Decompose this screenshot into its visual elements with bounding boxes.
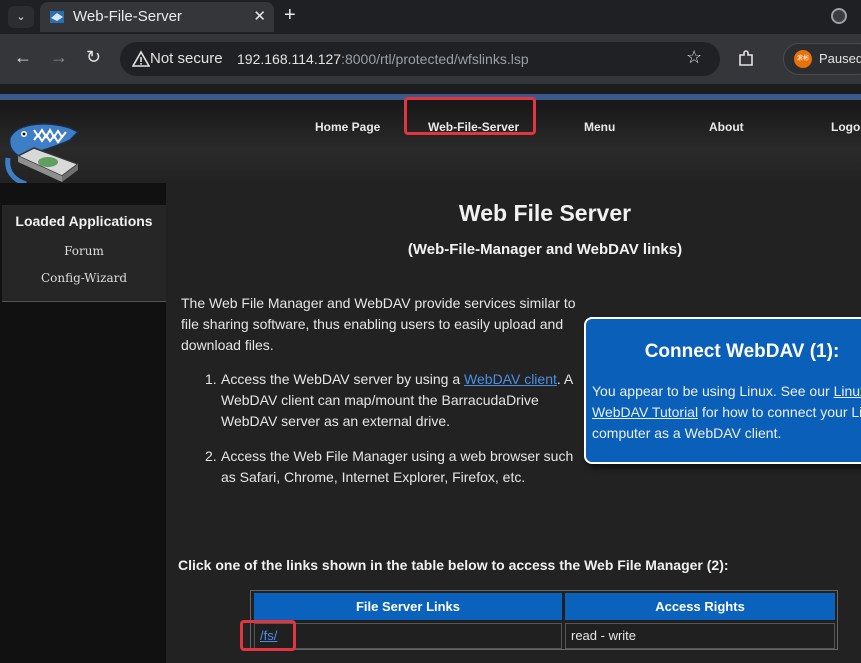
address-bar[interactable]: Not secure 192.168.114.127:8000/rtl/prot… [120,42,720,76]
browser-tab[interactable]: Web-File-Server ✕ [40,2,274,32]
list-number: 1. [205,371,217,387]
back-arrow-icon[interactable]: ← [14,47,32,68]
window-control-icon[interactable] [831,8,847,24]
forward-arrow-icon[interactable]: → [50,47,68,68]
sidebar-item-config-wizard[interactable]: Config-Wizard [2,271,166,285]
sidebar-title: Loaded Applications [15,213,153,229]
profile-button[interactable]: 滚彬 Paused [783,43,861,75]
extensions-puzzle-icon[interactable] [737,50,755,68]
list-item: 2. Access the Web File Manager using a w… [205,446,576,488]
security-label[interactable]: Not secure [150,50,223,67]
page-subtitle: (Web-File-Manager and WebDAV links) [407,241,683,258]
table-cell-rights: read - write [565,623,835,649]
reload-icon[interactable]: ↻ [86,47,101,68]
highlight-fs-link [240,620,296,651]
list-item: 1. Access the WebDAV server by using a W… [205,369,576,432]
chevron-down-icon[interactable]: ⌄ [8,6,34,28]
new-tab-plus-icon[interactable]: + [284,4,296,27]
menu-menu[interactable]: Menu [584,120,615,134]
bookmark-star-icon[interactable]: ☆ [686,47,702,68]
avatar: 滚彬 [794,50,812,68]
intro-paragraph: The Web File Manager and WebDAV provide … [181,295,576,353]
sidebar-item-forum[interactable]: Forum [2,244,166,258]
warning-triangle-icon[interactable] [132,50,150,68]
table-cell-link: /fs/ [254,623,562,649]
page-content: Home Page Web-File-Server Menu About Log… [0,84,861,663]
file-server-links-table: File Server Links Access Rights /fs/ rea… [250,590,838,650]
list-text: Access the Web File Manager using a web … [221,448,574,485]
table-header-rights: Access Rights [565,593,835,620]
barracuda-favicon-icon [50,11,64,23]
webdav-text-before: You appear to be using Linux. See our [592,383,834,399]
tab-title: Web-File-Server [73,8,182,25]
highlight-web-file-server-menu [404,97,536,135]
table-instructions: Click one of the links shown in the tabl… [178,557,729,573]
list-text: Access the WebDAV server by using a [221,371,465,387]
instructions-list: 1. Access the WebDAV server by using a W… [205,369,576,502]
browser-toolbar: ← → ↻ Not secure 192.168.114.127:8000/rt… [0,34,861,84]
menu-home-page[interactable]: Home Page [315,120,380,134]
menu-about[interactable]: About [709,120,744,134]
list-number: 2. [205,448,217,464]
webdav-box-text: You appear to be using Linux. See our Li… [592,381,861,444]
sidebar-panel: Loaded Applications Forum Config-Wizard [2,205,166,302]
close-icon[interactable]: ✕ [253,7,266,25]
url-text[interactable]: 192.168.114.127:8000/rtl/protected/wfsli… [237,51,529,67]
url-path: :8000/rtl/protected/wfslinks.lsp [341,51,529,67]
sidebar: Loaded Applications Forum Config-Wizard [0,183,166,663]
webdav-box-title: Connect WebDAV (1): [644,341,840,362]
connect-webdav-box: Connect WebDAV (1): You appear to be usi… [584,317,861,464]
webdav-client-link[interactable]: WebDAV client [464,371,557,387]
table-header-links: File Server Links [254,593,562,620]
page-title: Web File Server [458,200,632,226]
main-content: Web File Server (Web-File-Manager and We… [166,183,861,663]
menu-logout[interactable]: Logout [831,120,861,134]
profile-status: Paused [819,51,861,66]
url-host: 192.168.114.127 [237,51,342,67]
browser-tab-bar: ⌄ Web-File-Server ✕ + [0,0,861,34]
